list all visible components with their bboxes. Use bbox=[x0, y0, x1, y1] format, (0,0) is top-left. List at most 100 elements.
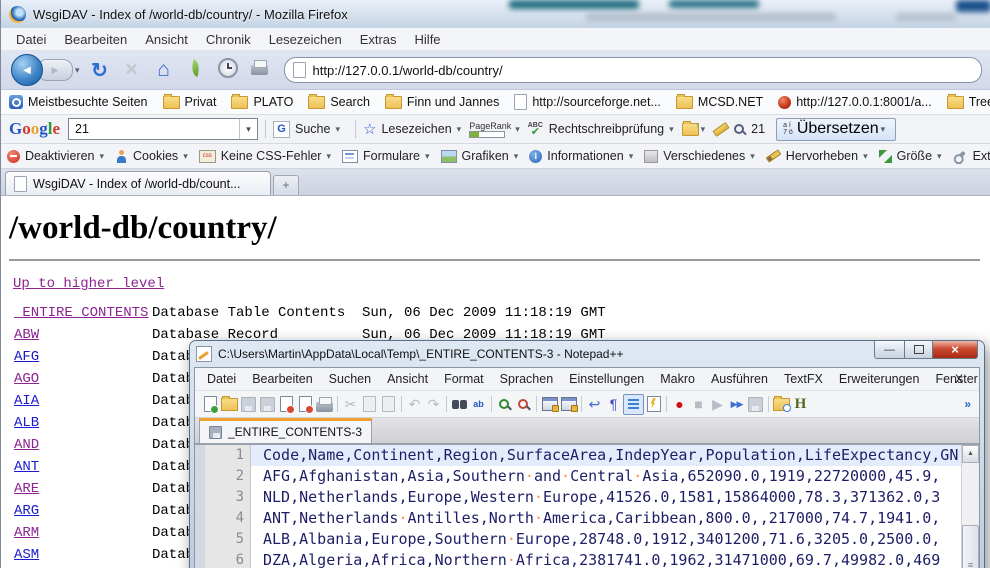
view-in-browser-button[interactable]: H bbox=[791, 395, 810, 414]
scrollbar-thumb[interactable]: ≡ bbox=[962, 525, 979, 568]
new-file-button[interactable] bbox=[201, 395, 220, 414]
print-button[interactable] bbox=[315, 395, 334, 414]
bookmark-mcsd[interactable]: MCSD.NET bbox=[676, 95, 763, 109]
line-text[interactable]: NLD,Netherlands,Europe,Western·Europe,41… bbox=[263, 487, 979, 508]
up-to-higher-level-link[interactable]: Up to higher level bbox=[13, 276, 164, 292]
dev-css[interactable]: cssKeine CSS-Fehler▾ bbox=[199, 149, 335, 163]
entry-link[interactable]: ARE bbox=[14, 478, 152, 500]
close-file-button[interactable] bbox=[277, 395, 296, 414]
menu-ansicht[interactable]: Ansicht bbox=[136, 32, 197, 47]
line-text[interactable]: Code,Name,Continent,Region,SurfaceArea,I… bbox=[263, 445, 979, 466]
google-search-button[interactable]: GSuche▾ bbox=[273, 121, 344, 138]
line-text[interactable]: DZA,Algeria,Africa,Northern·Africa,23817… bbox=[263, 550, 979, 568]
notepadpp-titlebar[interactable]: C:\Users\Martin\AppData\Local\Temp\_ENTI… bbox=[194, 341, 980, 367]
menu-chronik[interactable]: Chronik bbox=[197, 32, 260, 47]
home-button[interactable]: ⌂ bbox=[151, 58, 177, 82]
entry-link[interactable]: AGO bbox=[14, 368, 152, 390]
line-text[interactable]: ANT,Netherlands·Antilles,North·America,C… bbox=[263, 508, 979, 529]
toolbar-overflow-chevron[interactable]: » bbox=[964, 397, 971, 411]
highlighter-button[interactable] bbox=[713, 126, 729, 133]
npp-menu-ansicht[interactable]: Ansicht bbox=[379, 372, 436, 386]
line-text[interactable]: ALB,Albania,Europe,Southern·Europe,28748… bbox=[263, 529, 979, 550]
dev-cookies[interactable]: Cookies▾ bbox=[115, 149, 192, 163]
npp-menu-erweiterungen[interactable]: Erweiterungen bbox=[831, 372, 928, 386]
bookmark-finn-und-jannes[interactable]: Finn und Jannes bbox=[385, 95, 499, 109]
npp-menu-help[interactable]: ? bbox=[986, 372, 990, 386]
npp-active-tab[interactable]: _ENTIRE_CONTENTS-3 bbox=[199, 418, 372, 443]
close-button[interactable]: × bbox=[933, 341, 978, 359]
close-all-button[interactable] bbox=[296, 395, 315, 414]
zoom-in-button[interactable] bbox=[495, 395, 514, 414]
menu-lesezeichen[interactable]: Lesezeichen bbox=[260, 32, 351, 47]
dev-informationen[interactable]: iInformationen▾ bbox=[529, 149, 637, 163]
npp-menu-einstellungen[interactable]: Einstellungen bbox=[561, 372, 652, 386]
pagerank-widget[interactable]: PageRank▾ bbox=[469, 121, 524, 138]
entry-link[interactable]: AIA bbox=[14, 390, 152, 412]
copy-button[interactable] bbox=[360, 395, 379, 414]
macro-record-button[interactable]: ● bbox=[670, 395, 689, 414]
replace-button[interactable]: ab bbox=[469, 395, 488, 414]
macro-play-button[interactable]: ▶ bbox=[708, 395, 727, 414]
bookmark-privat[interactable]: Privat bbox=[163, 95, 217, 109]
npp-menu-textfx[interactable]: TextFX bbox=[776, 372, 831, 386]
line-text[interactable]: AFG,Afghanistan,Asia,Southern·and·Centra… bbox=[263, 466, 979, 487]
npp-menu-datei[interactable]: Datei bbox=[199, 372, 244, 386]
redo-button[interactable]: ↷ bbox=[424, 395, 443, 414]
dev-hervorheben[interactable]: Hervorheben▾ bbox=[766, 149, 872, 163]
npp-menu-format[interactable]: Format bbox=[436, 372, 492, 386]
word-find-button[interactable]: 21 bbox=[733, 122, 768, 136]
find-button[interactable] bbox=[450, 395, 469, 414]
active-tab[interactable]: WsgiDAV - Index of /world-db/count... bbox=[5, 171, 271, 195]
new-tab-button[interactable]: + bbox=[273, 175, 299, 195]
bookmark-meistbesuchte[interactable]: Meistbesuchte Seiten bbox=[9, 95, 148, 109]
history-dropdown[interactable]: ▾ bbox=[75, 65, 80, 76]
url-bar[interactable]: http://127.0.0.1/world-db/country/ bbox=[284, 57, 982, 83]
entry-link[interactable]: ARG bbox=[14, 500, 152, 522]
menu-bearbeiten[interactable]: Bearbeiten bbox=[55, 32, 136, 47]
bookmark-localhost-8001[interactable]: http://127.0.0.1:8001/a... bbox=[778, 95, 932, 109]
entry-link[interactable]: ABW bbox=[14, 324, 152, 346]
open-containing-folder-button[interactable] bbox=[772, 395, 791, 414]
macro-run-multiple-button[interactable]: ▶▶ bbox=[727, 395, 746, 414]
undo-button[interactable]: ↶ bbox=[405, 395, 424, 414]
print-button[interactable] bbox=[247, 60, 273, 80]
feed-button[interactable] bbox=[183, 60, 209, 81]
npp-menu-close[interactable]: X bbox=[947, 372, 971, 386]
dev-grafiken[interactable]: Grafiken▾ bbox=[441, 149, 523, 163]
macro-stop-button[interactable]: ■ bbox=[689, 395, 708, 414]
cut-button[interactable]: ✂ bbox=[341, 395, 360, 414]
search-history-dropdown[interactable]: ▾ bbox=[239, 119, 257, 139]
google-search-box[interactable]: 21 ▾ bbox=[68, 118, 258, 140]
indent-guide-button[interactable] bbox=[623, 394, 644, 415]
function-completion-button[interactable] bbox=[644, 395, 663, 414]
vertical-scrollbar[interactable]: ▲ ≡ bbox=[961, 445, 979, 568]
stop-button[interactable]: × bbox=[119, 58, 145, 82]
npp-menu-makro[interactable]: Makro bbox=[652, 372, 703, 386]
maximize-button[interactable] bbox=[905, 341, 933, 359]
word-wrap-button[interactable]: ↩ bbox=[585, 395, 604, 414]
google-search-value[interactable]: 21 bbox=[69, 122, 239, 136]
back-button[interactable]: ◀ bbox=[11, 54, 43, 86]
bookmark-search[interactable]: Search bbox=[308, 95, 370, 109]
translate-button[interactable]: a í7 öÜbersetzen▾ bbox=[776, 118, 896, 141]
npp-menu-bearbeiten[interactable]: Bearbeiten bbox=[244, 372, 320, 386]
sync-vertical-button[interactable] bbox=[540, 395, 559, 414]
bookmark-sourceforge[interactable]: http://sourceforge.net... bbox=[514, 94, 661, 110]
open-file-button[interactable] bbox=[220, 395, 239, 414]
npp-menu-ausfuehren[interactable]: Ausführen bbox=[703, 372, 776, 386]
entry-link[interactable]: AFG bbox=[14, 346, 152, 368]
entry-link[interactable]: ANT bbox=[14, 456, 152, 478]
save-button[interactable] bbox=[239, 395, 258, 414]
history-clock-button[interactable] bbox=[215, 58, 241, 83]
zoom-out-button[interactable] bbox=[514, 395, 533, 414]
google-bookmarks-button[interactable]: ☆Lesezeichen▾ bbox=[363, 120, 465, 138]
dev-groesse[interactable]: Größe▾ bbox=[879, 149, 946, 163]
bookmark-tree-samples[interactable]: Tree Samples bbox=[947, 95, 990, 109]
url-text[interactable]: http://127.0.0.1/world-db/country/ bbox=[313, 63, 503, 78]
dev-verschiedenes[interactable]: Verschiedenes▾ bbox=[644, 149, 759, 163]
paste-button[interactable] bbox=[379, 395, 398, 414]
save-all-button[interactable] bbox=[258, 395, 277, 414]
bookmark-plato[interactable]: PLATO bbox=[231, 95, 293, 109]
refresh-button[interactable]: ↻ bbox=[87, 58, 113, 83]
menu-extras[interactable]: Extras bbox=[351, 32, 406, 47]
